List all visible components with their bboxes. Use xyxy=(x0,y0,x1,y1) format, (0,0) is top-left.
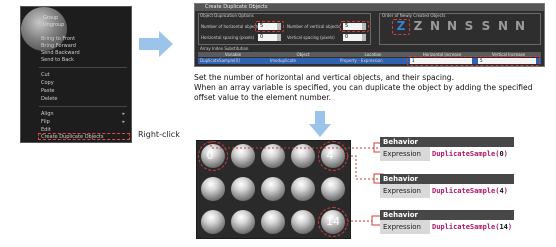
sphere-object[interactable] xyxy=(261,177,285,201)
sphere-object[interactable] xyxy=(261,144,285,168)
ghost-label-ungroup: Ungroup xyxy=(43,22,65,28)
expression-index: 14 xyxy=(499,223,508,231)
submenu-arrow-icon: ▸ xyxy=(122,111,125,117)
order-n-rotated-mirrored-icon[interactable]: N xyxy=(514,20,526,33)
behavior-header: Behavior xyxy=(380,174,514,184)
behavior-box: Behavior Expression DuplicateSample(0) xyxy=(380,137,514,167)
expression-value: DuplicateSample(4) xyxy=(430,184,514,198)
menu-item-flip[interactable]: Flip xyxy=(41,119,50,125)
expression-function: DuplicateSample( xyxy=(432,187,500,195)
description-line-2: When an array variable is specified, you… xyxy=(194,83,533,102)
horizontal-spacing-label: Horizontal spacing (pixels) xyxy=(201,35,255,40)
menu-item-paste[interactable]: Paste xyxy=(41,88,55,94)
behavior-header: Behavior xyxy=(380,137,514,147)
menu-item-send-backward[interactable]: Send Backward xyxy=(41,50,80,56)
highlight-ring xyxy=(318,207,348,237)
order-n-rotated-icon[interactable]: N xyxy=(497,20,509,33)
vertical-spacing-input[interactable]: 0 xyxy=(343,34,363,41)
context-menu: Group Ungroup Bring to Front Bring Forwa… xyxy=(20,6,132,143)
cell-location: Property - Expression xyxy=(340,58,383,63)
highlight-ring xyxy=(198,141,228,171)
expression-function: DuplicateSample( xyxy=(432,150,500,158)
behavior-header: Behavior xyxy=(380,210,514,220)
sphere-object[interactable] xyxy=(231,210,255,234)
menu-item-copy[interactable]: Copy xyxy=(41,80,54,86)
arrow-down-icon xyxy=(309,111,331,137)
highlight-frame xyxy=(392,19,410,35)
sphere-object[interactable] xyxy=(201,210,225,234)
description-line-1: Set the number of horizontal and vertica… xyxy=(194,73,455,82)
expression-close: ) xyxy=(503,150,508,158)
expression-label: Expression xyxy=(380,184,430,198)
horizontal-spacing-spinner[interactable] xyxy=(277,34,281,41)
submenu-arrow-icon: ▸ xyxy=(122,119,125,125)
sphere-object[interactable] xyxy=(291,177,315,201)
menu-item-delete[interactable]: Delete xyxy=(41,96,57,102)
horizontal-spacing-input[interactable]: 0 xyxy=(258,34,278,41)
cell-variable: DuplicateSample[0] xyxy=(200,58,240,63)
menu-divider xyxy=(39,106,127,107)
expression-function: DuplicateSample( xyxy=(432,223,500,231)
dialog-title: Create Duplicate Objects xyxy=(195,4,544,11)
sphere-object[interactable] xyxy=(231,177,255,201)
order-s-mirrored-icon[interactable]: S xyxy=(480,20,492,33)
highlight-frame xyxy=(255,21,284,32)
vertical-spacing-label: Vertical spacing (pixels) xyxy=(287,35,335,40)
ghost-label-group: Group xyxy=(43,15,59,21)
horizontal-objects-label: Number of horizontal objects xyxy=(201,24,260,29)
menu-item-cut[interactable]: Cut xyxy=(41,72,50,78)
order-n-icon[interactable]: N xyxy=(429,20,441,33)
menu-item-create-duplicate-objects[interactable]: Create Duplicate Objects xyxy=(41,134,104,140)
column-header-variable: Variable xyxy=(224,52,242,57)
expression-label: Expression xyxy=(380,147,430,161)
create-duplicate-objects-dialog: Create Duplicate Objects Object Duplicat… xyxy=(194,3,545,67)
sphere-object[interactable] xyxy=(261,210,285,234)
duplicated-objects-canvas: 0 4 14 xyxy=(196,140,351,239)
array-section-header: Array Index Substitution xyxy=(200,46,249,51)
column-header-object: Object xyxy=(296,52,310,57)
expression-close: ) xyxy=(503,187,508,195)
sphere-object[interactable] xyxy=(321,177,345,201)
vertical-objects-label: Number of vertical objects xyxy=(287,24,341,29)
sphere-object[interactable] xyxy=(291,210,315,234)
expression-label: Expression xyxy=(380,220,430,234)
arrow-right-icon xyxy=(139,31,173,57)
behavior-box: Behavior Expression DuplicateSample(4) xyxy=(380,174,514,204)
menu-item-bring-to-front[interactable]: Bring to Front xyxy=(41,36,75,42)
order-s-icon[interactable]: S xyxy=(463,20,475,33)
highlight-frame xyxy=(340,21,369,32)
order-n-mirrored-icon[interactable]: N xyxy=(446,20,458,33)
behavior-box: Behavior Expression DuplicateSample(14) xyxy=(380,210,514,240)
vertical-spacing-spinner[interactable] xyxy=(362,34,366,41)
menu-item-bring-forward[interactable]: Bring Forward xyxy=(41,43,76,49)
order-group-header: Order of Newly Created Objects xyxy=(382,13,446,18)
expression-value: DuplicateSample(0) xyxy=(430,147,514,161)
description-text: Set the number of horizontal and vertica… xyxy=(194,73,552,103)
sphere-object[interactable] xyxy=(201,177,225,201)
menu-item-send-to-back[interactable]: Send to Back xyxy=(41,57,74,63)
expression-close: ) xyxy=(507,223,513,231)
right-click-caption: Right-click xyxy=(138,130,180,139)
column-header-location: Location xyxy=(364,52,382,57)
order-z-mirrored-icon[interactable]: Z xyxy=(412,20,424,33)
cell-object: lmoduplicate xyxy=(270,58,296,63)
expression-value: DuplicateSample(14) xyxy=(430,220,514,234)
menu-item-align[interactable]: Align xyxy=(41,111,54,117)
menu-divider xyxy=(39,67,127,68)
sphere-object[interactable] xyxy=(231,144,255,168)
highlight-frame xyxy=(407,56,540,66)
options-group-header: Object Duplication Options xyxy=(200,13,254,18)
sphere-object[interactable] xyxy=(291,144,315,168)
highlight-ring xyxy=(318,141,348,171)
